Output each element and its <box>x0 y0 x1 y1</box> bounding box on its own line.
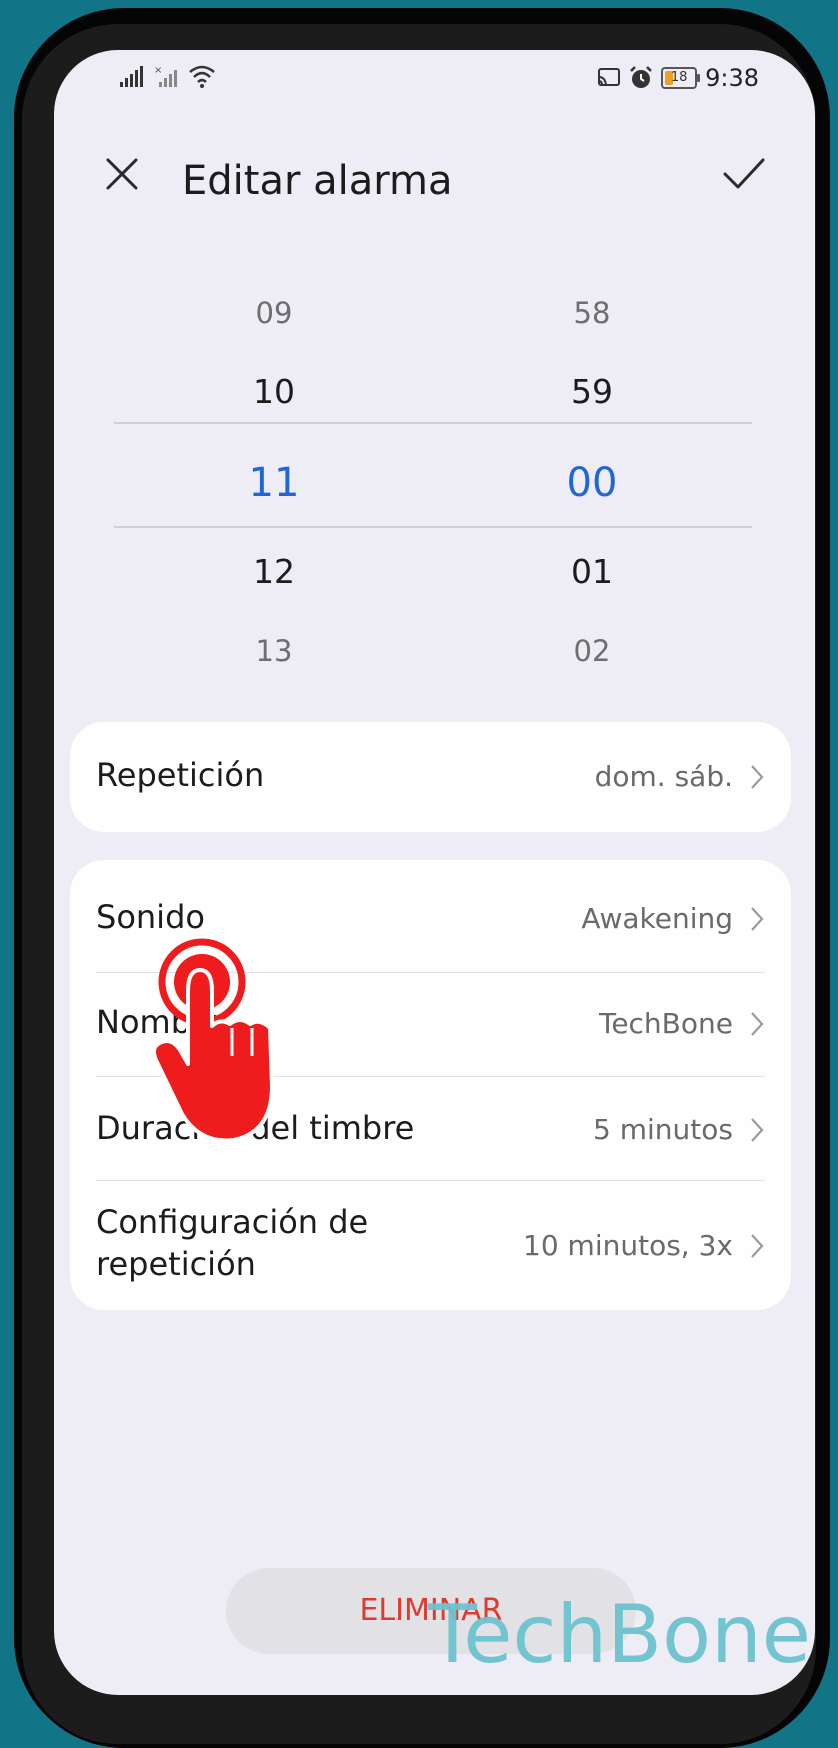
tap-indicator-hand-icon <box>152 938 274 1143</box>
ring-duration-value: 5 minutos <box>593 1113 733 1146</box>
snooze-settings-label: Configuración de repetición <box>96 1201 368 1285</box>
status-bar-right: 18 9:38 <box>597 64 759 92</box>
check-icon[interactable] <box>717 146 771 200</box>
repeat-label: Repetición <box>96 756 265 794</box>
time-picker[interactable]: 09 10 11 12 13 58 59 00 01 02 <box>54 290 815 690</box>
snooze-settings-row[interactable]: Configuración de repetición 10 minutos, … <box>70 1181 791 1310</box>
chevron-right-icon <box>751 1234 764 1258</box>
minute-option[interactable]: 58 <box>522 296 662 330</box>
selected-hour[interactable]: 11 <box>204 460 344 506</box>
page-title: Editar alarma <box>182 158 453 204</box>
chevron-right-icon <box>751 765 764 789</box>
battery-icon: 18 <box>661 67 701 89</box>
sound-value: Awakening <box>581 902 733 935</box>
svg-text:×: × <box>154 65 162 76</box>
hour-option[interactable]: 10 <box>204 372 344 411</box>
snooze-settings-value: 10 minutos, 3x <box>523 1229 733 1262</box>
chevron-right-icon <box>751 1118 764 1142</box>
cast-icon <box>598 68 621 86</box>
wifi-icon <box>189 65 215 88</box>
no-signal-icon: × <box>154 65 177 87</box>
alarm-status-icon <box>630 66 652 88</box>
repeat-value: dom. sáb. <box>594 760 733 793</box>
snooze-label-line2: repetición <box>96 1245 256 1283</box>
chevron-right-icon <box>751 907 764 931</box>
minute-option[interactable]: 01 <box>522 552 662 591</box>
hour-option[interactable]: 09 <box>204 296 344 330</box>
status-time: 9:38 <box>705 64 759 92</box>
phone-screen: × 18 9:38 Editar alarma 09 10 11 12 13 5… <box>54 50 815 1695</box>
battery-level: 18 <box>670 70 688 85</box>
hour-option[interactable]: 12 <box>204 552 344 591</box>
selected-minute[interactable]: 00 <box>522 460 662 506</box>
signal-strength-icon <box>120 66 143 87</box>
sound-label: Sonido <box>96 898 205 936</box>
minute-option[interactable]: 59 <box>522 372 662 411</box>
repeat-card: Repetición dom. sáb. <box>70 722 791 832</box>
close-icon[interactable] <box>98 150 146 198</box>
status-bar: × 18 9:38 <box>54 50 815 110</box>
status-bar-left: × <box>120 64 216 88</box>
picker-selection-top-line <box>114 422 752 424</box>
snooze-label-line1: Configuración de <box>96 1203 369 1241</box>
minute-option[interactable]: 02 <box>522 634 662 668</box>
app-header: Editar alarma <box>54 140 815 230</box>
hour-option[interactable]: 13 <box>204 634 344 668</box>
name-value: TechBone <box>598 1007 733 1040</box>
repeat-row[interactable]: Repetición dom. sáb. <box>70 722 791 832</box>
chevron-right-icon <box>751 1012 764 1036</box>
picker-selection-bottom-line <box>114 526 752 528</box>
techbone-watermark: TechBone <box>428 1588 811 1681</box>
